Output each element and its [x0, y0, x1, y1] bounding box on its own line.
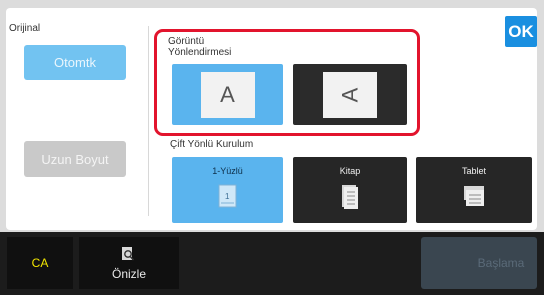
preview-label: Önizle — [111, 267, 146, 281]
screen: Orijinal Otomtk Uzun Boyut Görüntü Yönle… — [0, 0, 544, 295]
duplex-tablet-button[interactable]: Tablet — [416, 157, 532, 223]
landscape-a-icon: A — [323, 71, 377, 118]
column-divider — [148, 26, 149, 216]
start-label: Başlama — [477, 256, 525, 270]
landscape-orientation-button[interactable]: A — [293, 64, 407, 125]
landscape-glyph: A — [337, 87, 362, 102]
preview-button[interactable]: Önizle — [79, 237, 179, 289]
auto-button[interactable]: Otomtk — [24, 45, 126, 80]
portrait-orientation-button[interactable]: A — [172, 64, 283, 125]
duplex-book-label: Kitap — [339, 166, 361, 176]
tablet-pages-icon — [462, 184, 486, 213]
duplex-1-sided-label: 1-Yüzlü — [212, 166, 243, 176]
orientation-label-line1: Görüntü — [168, 36, 205, 47]
bottom-bar: CA Önizle Başlama — [0, 232, 544, 295]
duplex-tablet-label: Tablet — [461, 166, 487, 176]
ca-button[interactable]: CA — [7, 237, 73, 289]
original-label: Orijinal — [9, 23, 41, 34]
ok-button[interactable]: OK — [505, 16, 537, 47]
orientation-label-line2: Yönlendirmesi — [168, 47, 232, 58]
portrait-a-icon: A — [200, 71, 255, 118]
preview-magnifier-icon — [121, 246, 135, 267]
svg-text:1: 1 — [225, 192, 230, 201]
book-pages-icon — [340, 184, 360, 215]
long-size-button[interactable]: Uzun Boyut — [24, 141, 126, 177]
settings-panel: Orijinal Otomtk Uzun Boyut Görüntü Yönle… — [6, 8, 537, 230]
duplex-1-sided-button[interactable]: 1-Yüzlü 1 — [172, 157, 283, 223]
one-sided-page-icon: 1 — [218, 184, 238, 213]
duplex-book-button[interactable]: Kitap — [293, 157, 407, 223]
start-button[interactable]: Başlama — [421, 237, 537, 289]
duplex-label: Çift Yönlü Kurulum — [170, 139, 254, 150]
portrait-glyph: A — [220, 81, 235, 107]
